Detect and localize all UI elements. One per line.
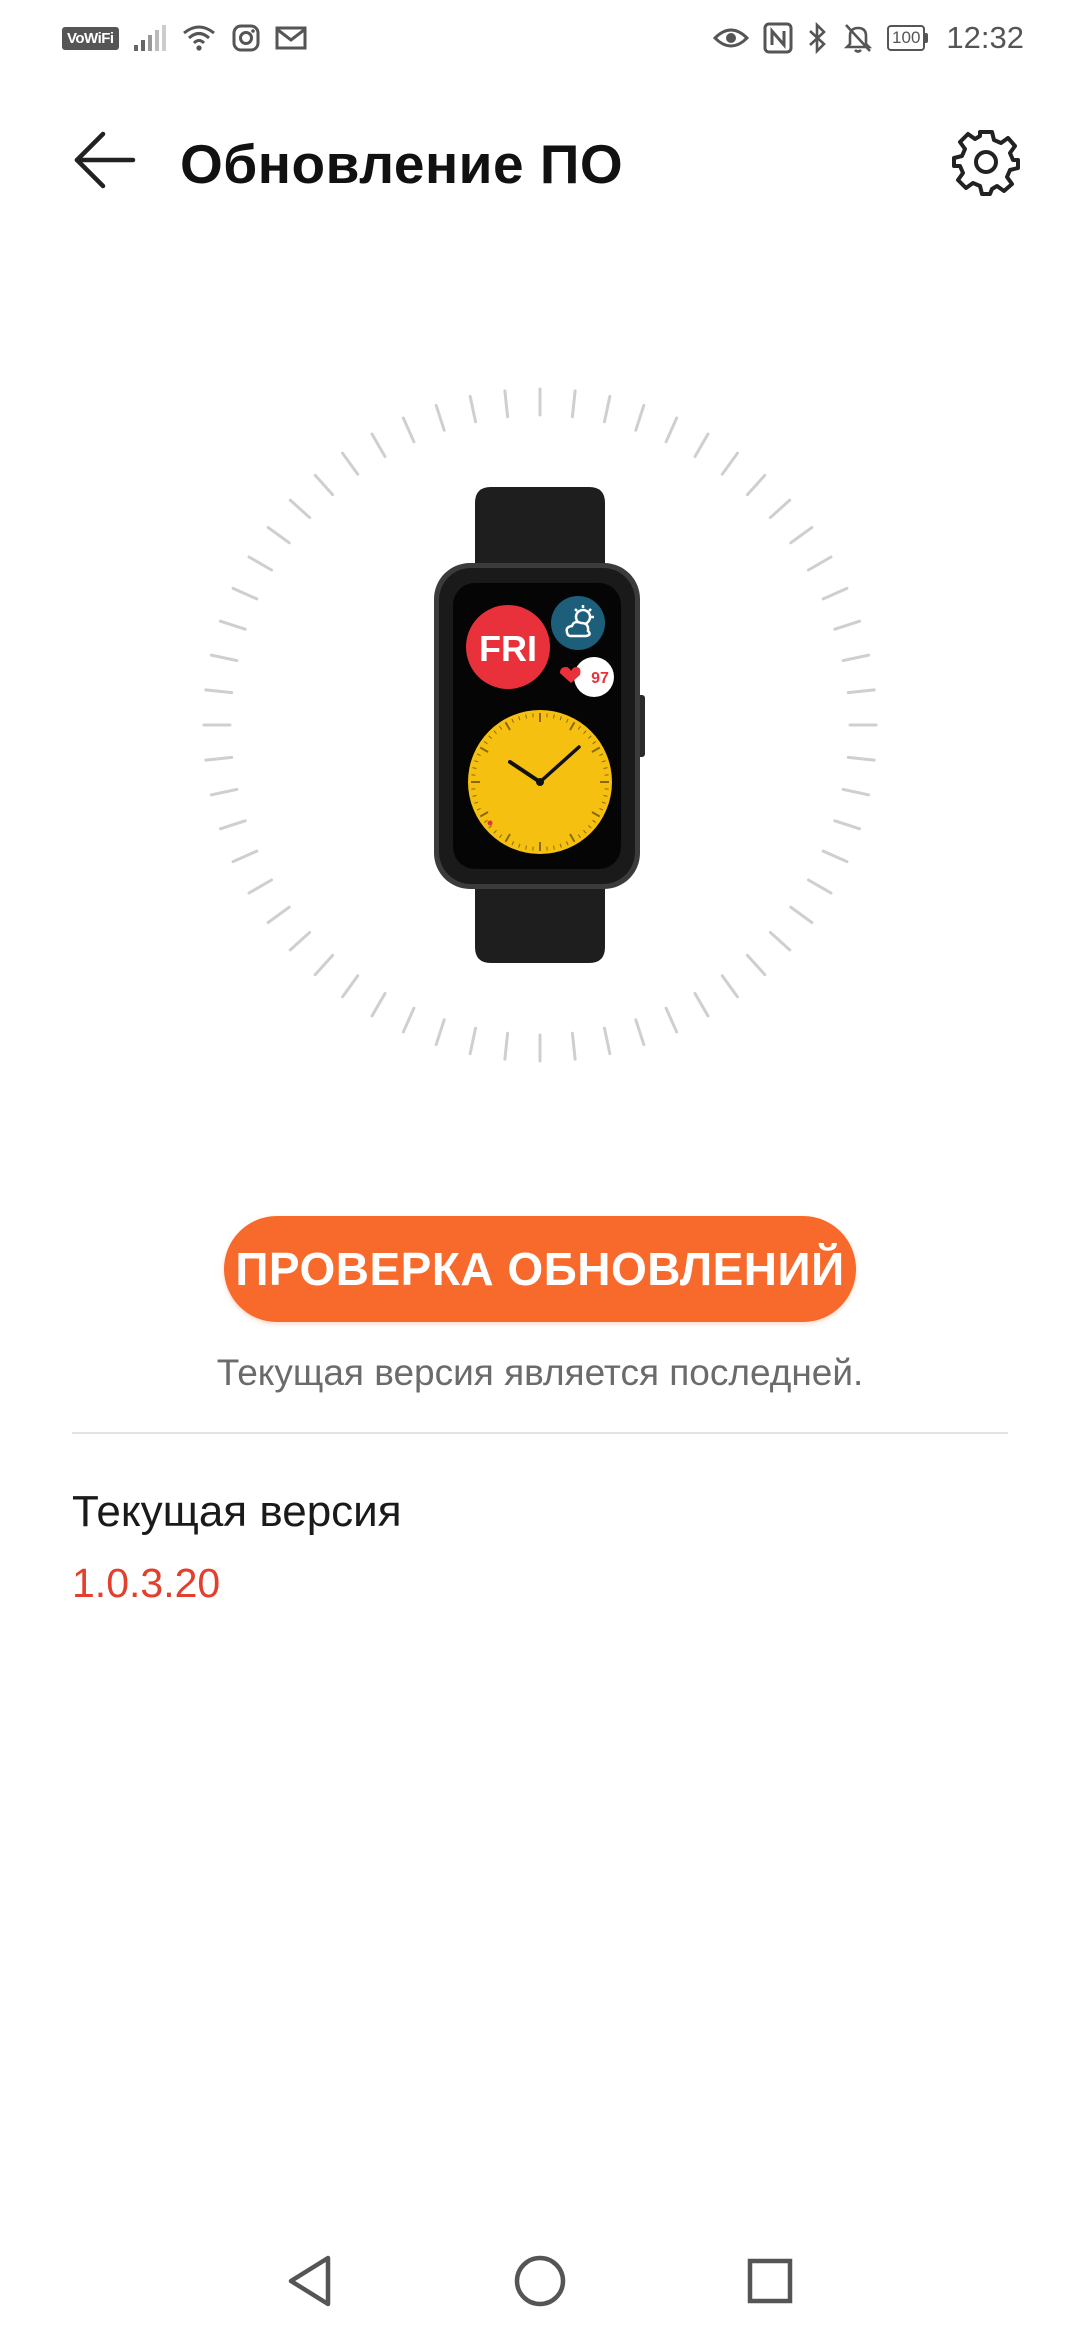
divider: [72, 1432, 1008, 1434]
bell-off-icon: [843, 22, 873, 54]
watch-image: FRI 97: [434, 487, 645, 963]
update-status-message: Текущая версия является последней.: [216, 1352, 864, 1393]
nav-back-button[interactable]: [265, 2246, 355, 2316]
clock: 12:32: [946, 20, 1024, 55]
eye-icon: [713, 25, 750, 51]
system-nav-bar: [0, 2220, 1080, 2340]
gear-icon: [952, 130, 1020, 196]
day-label: FRI: [479, 628, 537, 669]
mail-icon: [275, 25, 307, 51]
status-bar-left: VoWiFi: [62, 18, 307, 58]
settings-button[interactable]: [948, 124, 1024, 200]
check-updates-button[interactable]: ПРОВЕРКА ОБНОВЛЕНИЙ: [224, 1216, 856, 1322]
nav-back-icon: [288, 2255, 331, 2307]
vowifi-icon: VoWiFi: [62, 26, 119, 50]
instagram-icon: [231, 23, 261, 53]
nav-home-button[interactable]: [495, 2246, 585, 2316]
battery-icon: 100: [887, 25, 929, 51]
arrow-left-icon: [74, 131, 136, 189]
wifi-icon: [181, 23, 217, 53]
status-bar-right: 100 12:32: [713, 18, 1024, 58]
current-version-value: 1.0.3.20: [72, 1560, 221, 1606]
status-bar: VoWiFi 100 12:32: [0, 0, 1080, 76]
battery-level: 100: [887, 25, 926, 51]
device-illustration: FRI 97: [200, 385, 880, 1065]
page-title: Обновление ПО: [180, 133, 624, 195]
nav-recent-button[interactable]: [725, 2246, 815, 2316]
back-button[interactable]: [70, 128, 140, 192]
nfc-icon: [763, 22, 793, 54]
app-bar: Обновление ПО: [0, 100, 1080, 220]
heart-rate-value: 97: [591, 670, 609, 687]
signal-icon: [133, 23, 167, 53]
current-version-label: Текущая версия: [72, 1487, 402, 1536]
nav-recent-icon: [747, 2258, 793, 2304]
bluetooth-icon: [807, 22, 829, 54]
nav-home-icon: [514, 2255, 566, 2307]
